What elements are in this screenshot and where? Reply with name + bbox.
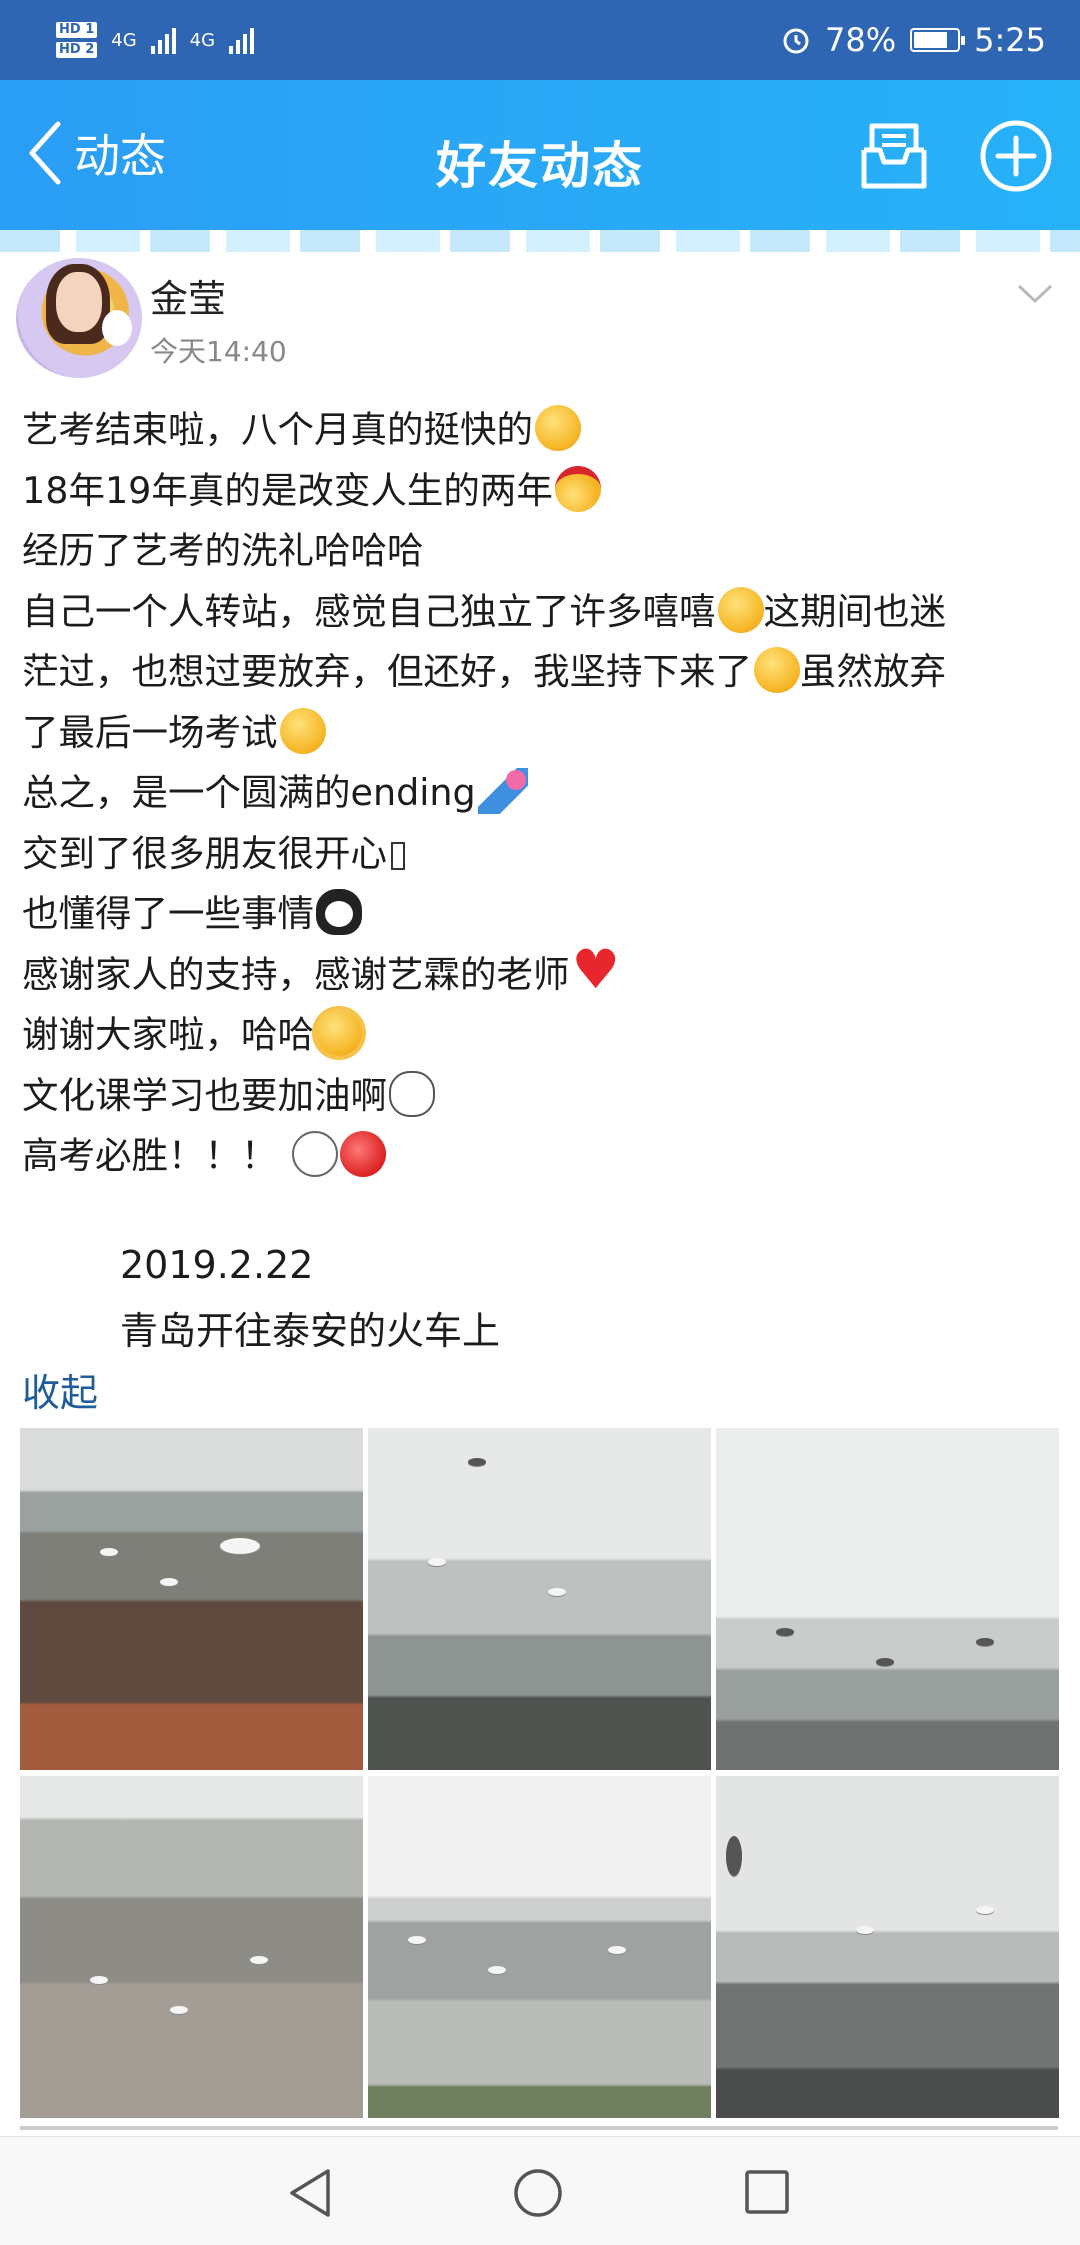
post-content: 艺考结束啦，八个月真的挺快的 18年19年真的是改变人生的两年 经历了艺考的洗礼… (22, 400, 1066, 1187)
post-line-text: 文化课学习也要加油啊 (22, 1073, 387, 1117)
missing-glyph-icon (391, 841, 405, 870)
signal-icon (150, 26, 176, 54)
post-line: 经历了艺考的洗礼哈哈哈 (22, 521, 1066, 582)
photo-grid-next-row (20, 2126, 1058, 2130)
post-line-text: 总之，是一个圆满的ending (22, 771, 476, 814)
battery-fill (914, 32, 948, 48)
post-line-text: 了最后一场考试 (22, 710, 278, 754)
post-place: 青岛开往泰安的火车上 (120, 1309, 501, 1353)
network-indicators: HD 1 HD 2 4G 4G (56, 22, 255, 58)
battery-percent: 78% (825, 21, 897, 59)
post-line-tail: 这期间也迷 (763, 589, 947, 633)
post-line-text: 高考必胜！！！ (22, 1134, 278, 1177)
photo-grid (20, 1428, 1059, 2118)
red-heart-icon (572, 940, 620, 1001)
post-line-text: 18年19年真的是改变人生的两年 (22, 468, 553, 512)
avatar-bunny (102, 310, 132, 346)
post-line: 谢谢大家啦，哈哈 (22, 1005, 1066, 1066)
top-nav-bar: 动态 好友动态 (0, 80, 1080, 230)
party-popper-icon (477, 768, 528, 814)
penguin-icon (316, 889, 362, 935)
kiss-face-icon (754, 647, 800, 693)
post-line-text: 经历了艺考的洗礼哈哈哈 (22, 529, 424, 572)
post-line: 高考必胜！！！ (22, 1126, 1066, 1187)
back-triangle-icon[interactable] (286, 2167, 334, 2219)
post-line: 自己一个人转站，感觉自己独立了许多嘻嘻 这期间也迷 (22, 582, 1066, 643)
author-name[interactable]: 金莹 (150, 268, 226, 323)
post-line-text: 艺考结束啦，八个月真的挺快的 (22, 408, 533, 451)
post-line-text: 茫过，也想过要放弃，但还好，我坚持下来了 (22, 650, 752, 693)
alarm-clock-icon (783, 28, 809, 54)
collapse-link[interactable]: 收起 (22, 1362, 98, 1417)
photo-seagulls-sea-2[interactable] (368, 1428, 711, 1770)
decorative-banner-strip (0, 230, 1080, 252)
recents-square-icon[interactable] (744, 2169, 790, 2215)
post-line: 交到了很多朋友很开心 (22, 824, 1066, 885)
post-line-text: 交到了很多朋友很开心 (22, 831, 387, 875)
signal-icon-2 (229, 26, 255, 54)
fighting-face-icon (291, 1131, 338, 1177)
hd2-badge: HD 2 (56, 42, 98, 58)
hd1-badge: HD 1 (56, 22, 98, 38)
headband-face-icon (554, 465, 601, 512)
bear-face-icon (389, 1070, 435, 1117)
network-type-2: 4G (189, 29, 216, 51)
post-line: 艺考结束啦，八个月真的挺快的 (22, 400, 1066, 461)
post-line: 也懂得了一些事情 (22, 884, 1066, 945)
post-line: 茫过，也想过要放弃，但还好，我坚持下来了 虽然放弃 (22, 642, 1066, 703)
photo-seagulls-shore-6[interactable] (716, 1776, 1059, 2118)
post-line-tail: 虽然放弃 (800, 650, 946, 693)
post-line-text: 自己一个人转站，感觉自己独立了许多嘻嘻 (22, 589, 716, 633)
hd-badges: HD 1 HD 2 (56, 22, 98, 58)
post-line: 文化课学习也要加油啊 (22, 1066, 1066, 1127)
post-line: 总之，是一个圆满的ending (22, 763, 1066, 824)
avatar-face (56, 272, 102, 332)
grinning-face-icon (535, 405, 581, 451)
photo-seagulls-shore-5[interactable] (368, 1776, 711, 2118)
status-bar: HD 1 HD 2 4G 4G 78% 5:25 (0, 0, 1080, 80)
photo-seagulls-beach-4[interactable] (20, 1776, 363, 2118)
post-line-text: 也懂得了一些事情 (22, 892, 314, 935)
hug-face-icon (717, 586, 764, 633)
clock: 5:25 (974, 21, 1046, 59)
add-circle-icon[interactable] (978, 118, 1054, 194)
avatar[interactable] (16, 258, 142, 378)
post-line: 了最后一场考试 (22, 703, 1066, 764)
post-line: 18年19年真的是改变人生的两年 (22, 461, 1066, 522)
status-right: 78% 5:25 (781, 21, 1046, 59)
boxing-face-icon (339, 1131, 386, 1177)
network-type-1: 4G (111, 29, 137, 51)
battery-icon (910, 28, 966, 52)
photo-seagulls-beach-1[interactable] (20, 1428, 363, 1770)
post-time: 今天14:40 (150, 335, 287, 368)
system-navigation-bar (0, 2136, 1080, 2245)
post-line: 感谢家人的支持，感谢艺霖的老师 (22, 940, 1066, 1006)
laughing-tears-face-icon (279, 707, 326, 754)
photo-seagulls-sea-3[interactable] (716, 1428, 1059, 1770)
message-box-icon[interactable] (856, 118, 932, 194)
home-circle-icon[interactable] (512, 2167, 564, 2219)
post-line-text: 谢谢大家啦，哈哈 (22, 1013, 314, 1056)
post-date: 2019.2.22 (120, 1243, 314, 1287)
post-line-text: 感谢家人的支持，感谢艺霖的老师 (22, 952, 570, 996)
sun-face-icon (316, 1010, 362, 1056)
chevron-down-icon[interactable] (1016, 282, 1054, 306)
